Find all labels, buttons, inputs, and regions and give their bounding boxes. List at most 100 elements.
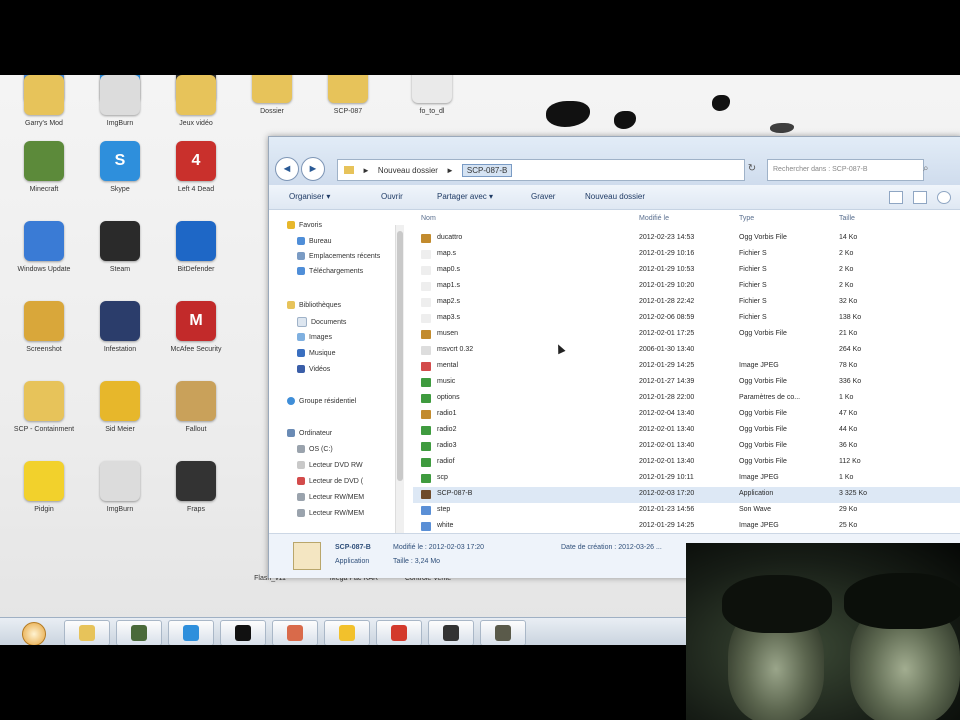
open-button[interactable]: Ouvrir xyxy=(381,192,403,201)
nav-rw-mem-2[interactable]: Lecteur RW/MEM xyxy=(297,509,364,517)
desktop-icon[interactable]: M McAfee Security xyxy=(160,301,232,363)
nav-scrollbar-thumb[interactable] xyxy=(397,231,403,481)
file-type: Fichier S xyxy=(739,266,767,273)
app-icon xyxy=(176,381,216,421)
desktop-icon[interactable]: BitDefender xyxy=(160,221,232,283)
start-button[interactable] xyxy=(22,622,46,646)
back-button[interactable]: ◄ xyxy=(275,157,299,181)
nav-videos[interactable]: Vidéos xyxy=(297,365,330,373)
desktop-icon[interactable]: Pidgin xyxy=(8,461,80,523)
desktop-icon[interactable]: SCP - Containment xyxy=(8,381,80,443)
nav-scrollbar[interactable] xyxy=(395,225,404,565)
share-button[interactable]: Partager avec ▾ xyxy=(437,192,493,201)
file-row[interactable]: map.s 2012-01-29 10:16 Fichier S 2 Ko xyxy=(413,247,960,263)
nav-bureau[interactable]: Bureau xyxy=(297,237,332,245)
burn-button[interactable]: Graver xyxy=(531,192,555,201)
ink-splatter xyxy=(614,111,636,129)
desktop-icon[interactable]: ImgBurn xyxy=(84,75,156,137)
nav-favorites[interactable]: Favoris xyxy=(287,221,322,229)
file-row[interactable]: msvcrt 0.32 2006-01-30 13:40 264 Ko xyxy=(413,343,960,359)
file-type: Ogg Vorbis File xyxy=(739,330,787,337)
desktop-icon[interactable]: S Skype xyxy=(84,141,156,203)
refresh-icon[interactable]: ↻ xyxy=(743,159,761,179)
column-header-size[interactable]: Taille xyxy=(839,215,855,222)
desktop-icon[interactable]: Fallout xyxy=(160,381,232,443)
desktop-icon[interactable]: Screenshot xyxy=(8,301,80,363)
desktop-icon[interactable]: SCP-087 xyxy=(312,75,384,125)
nav-computer[interactable]: Ordinateur xyxy=(287,429,332,437)
nav-dvd-rw[interactable]: Lecteur DVD RW xyxy=(297,461,363,469)
nav-drive-c[interactable]: OS (C:) xyxy=(297,445,333,453)
person-hair-right xyxy=(844,573,960,629)
desktop-icon[interactable]: ImgBurn xyxy=(84,461,156,523)
desktop-icon[interactable]: Minecraft xyxy=(8,141,80,203)
desktop-icon[interactable]: 4 Left 4 Dead xyxy=(160,141,232,203)
desktop-icon[interactable]: Dossier xyxy=(236,75,308,125)
desktop-icon[interactable]: Infestation xyxy=(84,301,156,363)
nav-dvd[interactable]: Lecteur de DVD ( xyxy=(297,477,363,485)
organize-button[interactable]: Organiser ▾ xyxy=(289,192,330,201)
nav-music[interactable]: Musique xyxy=(297,349,335,357)
nav-documents[interactable]: Documents xyxy=(297,317,346,327)
file-name: step xyxy=(437,506,451,513)
file-row[interactable]: map3.s 2012-02-06 08:59 Fichier S 138 Ko xyxy=(413,311,960,327)
help-icon[interactable] xyxy=(937,191,951,204)
file-row[interactable]: music 2012-01-27 14:39 Ogg Vorbis File 336 … xyxy=(413,375,960,391)
taskbar-console-button[interactable] xyxy=(220,620,266,646)
desktop-icon[interactable]: Garry's Mod xyxy=(8,75,80,137)
file-row[interactable]: radio3 2012-02-01 13:40 Ogg Vorbis File 36 … xyxy=(413,439,960,455)
person-hair-left xyxy=(722,575,832,633)
file-row[interactable]: map1.s 2012-01-29 10:20 Fichier S 2 Ko xyxy=(413,279,960,295)
file-row[interactable]: musen 2012-02-01 17:25 Ogg Vorbis File 21 K… xyxy=(413,327,960,343)
taskbar-steam-button[interactable] xyxy=(428,620,474,646)
search-icon[interactable]: ⌕ xyxy=(923,163,929,174)
desktop-icon[interactable]: Sid Meier xyxy=(84,381,156,443)
file-row[interactable]: ducattro 2012-02-23 14:53 Ogg Vorbis File 1… xyxy=(413,231,960,247)
breadcrumb-item-nouveau-dossier[interactable]: Nouveau dossier xyxy=(378,166,438,175)
nav-homegroup[interactable]: Groupe résidentiel xyxy=(287,397,356,405)
desktop-icon[interactable]: Fraps xyxy=(160,461,232,523)
nav-libraries[interactable]: Bibliothèques xyxy=(287,301,341,309)
new-folder-button[interactable]: Nouveau dossier xyxy=(585,192,645,201)
taskbar-sync-button[interactable] xyxy=(324,620,370,646)
file-row[interactable]: scp 2012-01-29 10:11 Image JPEG 1 Ko xyxy=(413,471,960,487)
taskbar-skype-button[interactable] xyxy=(168,620,214,646)
nav-recent[interactable]: Emplacements récents xyxy=(297,252,380,260)
computer-icon xyxy=(287,429,295,437)
preview-pane-icon[interactable] xyxy=(913,191,927,204)
taskbar-paint-button[interactable] xyxy=(272,620,318,646)
column-header-name[interactable]: Nom xyxy=(421,215,436,222)
file-row[interactable]: radio2 2012-02-01 13:40 Ogg Vorbis File 44 … xyxy=(413,423,960,439)
nav-rw-mem-1[interactable]: Lecteur RW/MEM xyxy=(297,493,364,501)
desktop-icon[interactable]: Steam xyxy=(84,221,156,283)
forward-button[interactable]: ► xyxy=(301,157,325,181)
column-header-type[interactable]: Type xyxy=(739,215,754,222)
file-row[interactable]: radiof 2012-02-01 13:40 Ogg Vorbis File 112… xyxy=(413,455,960,471)
taskbar-game-button[interactable] xyxy=(116,620,162,646)
file-row[interactable]: options 2012-01-28 22:00 Paramètres de co.… xyxy=(413,391,960,407)
taskbar-scp-button[interactable] xyxy=(480,620,526,646)
column-header-modified[interactable]: Modifié le xyxy=(639,215,669,222)
file-type: Fichier S xyxy=(739,282,767,289)
file-row[interactable]: radio1 2012-02-04 13:40 Ogg Vorbis File 47 … xyxy=(413,407,960,423)
taskbar-chrome-icon xyxy=(391,625,407,641)
desktop-icon[interactable]: Windows Update xyxy=(8,221,80,283)
desktop-icon[interactable]: Jeux vidéo xyxy=(160,75,232,137)
file-row[interactable]: step 2012-01-23 14:56 Son Wave 29 Ko xyxy=(413,503,960,519)
file-icon xyxy=(421,426,431,435)
breadcrumb-item-scp[interactable]: SCP-087-B xyxy=(461,163,513,177)
taskbar-steam-icon xyxy=(443,625,459,641)
taskbar-chrome-button[interactable] xyxy=(376,620,422,646)
file-row[interactable]: SCP-087-B 2012-02-03 17:20 Application 3 32… xyxy=(413,487,960,503)
nav-images[interactable]: Images xyxy=(297,333,332,341)
view-options-icon[interactable] xyxy=(889,191,903,204)
search-input[interactable]: Rechercher dans : SCP-087-B xyxy=(767,159,924,181)
file-row[interactable]: map2.s 2012-01-28 22:42 Fichier S 32 Ko xyxy=(413,295,960,311)
desktop-icon[interactable]: fo_to_dl xyxy=(396,75,468,125)
file-row[interactable]: mental 2012-01-29 14:25 Image JPEG 78 Ko xyxy=(413,359,960,375)
taskbar-folder-button[interactable] xyxy=(64,620,110,646)
nav-downloads[interactable]: Téléchargements xyxy=(297,267,363,275)
file-row[interactable]: map0.s 2012-01-29 10:53 Fichier S 2 Ko xyxy=(413,263,960,279)
breadcrumb[interactable]: ► Nouveau dossier ► SCP-087-B xyxy=(337,159,745,181)
desktop-icon-label: Minecraft xyxy=(29,186,59,193)
